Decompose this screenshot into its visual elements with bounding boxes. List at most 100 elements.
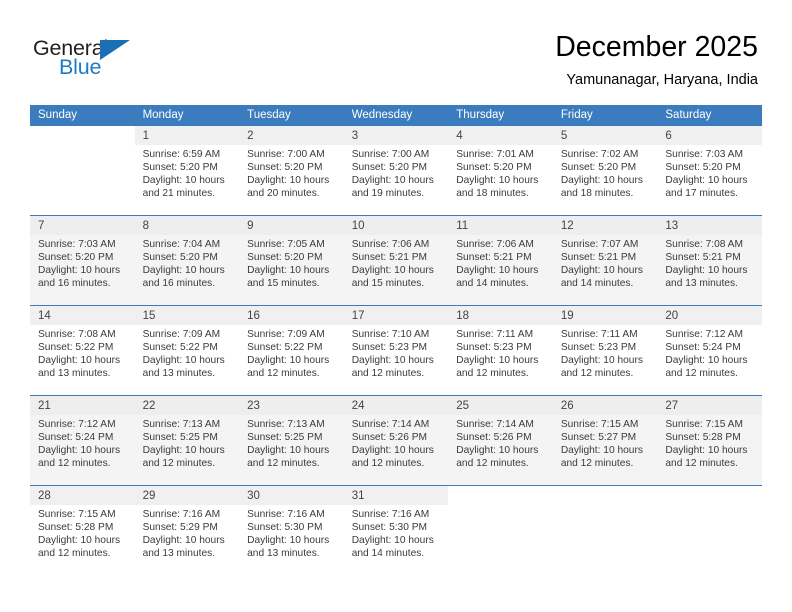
calendar-day-cell[interactable]: 3 Sunrise: 7:00 AM Sunset: 5:20 PM Daylight… [343,125,449,216]
calendar-day-cell[interactable]: 31 Sunrise: 7:16 AM Sunset: 5:30 PM Dayligh… [343,485,449,575]
sunset-time: Sunset: 5:20 PM [247,162,323,174]
day-number: 18 [448,306,553,325]
day-sun-info: Sunrise: 7:07 AM Sunset: 5:21 PM Daylight:… [553,235,658,290]
weekday-header-saturday: Saturday [657,105,762,126]
calendar-header-row: Sunday Monday Tuesday Wednesday Thursday… [30,105,762,126]
calendar-day-cell[interactable]: 4 Sunrise: 7:01 AM Sunset: 5:20 PM Daylight… [448,125,553,216]
daylight-duration-line1: Daylight: 10 hours [456,175,539,187]
day-sun-info: Sunrise: 7:06 AM Sunset: 5:21 PM Daylight:… [448,235,553,290]
calendar-day-cell[interactable]: 9 Sunrise: 7:05 AM Sunset: 5:20 PM Daylight… [239,215,344,306]
calendar-day-cell[interactable]: 10 Sunrise: 7:06 AM Sunset: 5:21 PM Dayligh… [343,215,449,306]
daylight-duration-line2: and 12 minutes. [351,458,425,470]
day-sun-info: Sunrise: 6:59 AM Sunset: 5:20 PM Daylight:… [135,145,240,200]
calendar-day-cell[interactable]: 16 Sunrise: 7:09 AM Sunset: 5:22 PM Dayligh… [239,305,344,396]
daylight-duration-line1: Daylight: 10 hours [560,355,643,367]
calendar-day-cell[interactable]: 8 Sunrise: 7:04 AM Sunset: 5:20 PM Daylight… [134,215,240,306]
calendar-day-cell[interactable]: 7 Sunrise: 7:03 AM Sunset: 5:20 PM Daylight… [30,215,135,306]
sunrise-time: Sunrise: 7:03 AM [665,149,743,160]
day-number: 12 [552,216,658,235]
sunrise-time: Sunrise: 7:08 AM [38,329,116,340]
day-sun-info: Sunrise: 7:00 AM Sunset: 5:20 PM Daylight:… [344,145,449,200]
sunrise-time: Sunrise: 7:13 AM [247,419,325,430]
sunset-time: Sunset: 5:28 PM [665,432,741,444]
daylight-duration-line1: Daylight: 10 hours [560,175,643,187]
weekday-header-sunday: Sunday [30,105,135,126]
daylight-duration-line2: and 12 minutes. [38,458,111,470]
day-number: 20 [657,306,762,325]
sunrise-time: Sunrise: 7:10 AM [351,329,430,340]
day-sun-info: Sunrise: 7:02 AM Sunset: 5:20 PM Daylight:… [553,145,658,200]
day-number: 4 [448,126,553,145]
daylight-duration-line2: and 16 minutes. [38,278,111,290]
day-sun-info: Sunrise: 7:03 AM Sunset: 5:20 PM Daylight:… [30,235,135,290]
calendar-day-cell[interactable]: 12 Sunrise: 7:07 AM Sunset: 5:21 PM Dayligh… [552,215,658,306]
day-number: 16 [239,306,344,325]
daylight-duration-line1: Daylight: 10 hours [456,265,539,277]
day-number: 9 [239,216,344,235]
day-sun-info: Sunrise: 7:16 AM Sunset: 5:30 PM Daylight:… [239,505,344,560]
sunrise-time: Sunrise: 7:15 AM [38,509,116,520]
sunrise-time: Sunrise: 7:02 AM [560,149,639,160]
calendar-day-cell[interactable]: 11 Sunrise: 7:06 AM Sunset: 5:21 PM Dayligh… [448,215,553,306]
daylight-duration-line1: Daylight: 10 hours [38,265,121,277]
day-number: 23 [239,396,344,415]
sunrise-time: Sunrise: 7:15 AM [560,419,639,430]
calendar-day-cell[interactable]: 27 Sunrise: 7:15 AM Sunset: 5:28 PM Dayligh… [657,395,762,486]
sunset-time: Sunset: 5:23 PM [351,342,428,354]
calendar-day-cell[interactable]: 29 Sunrise: 7:16 AM Sunset: 5:29 PM Dayligh… [134,485,240,575]
sunset-time: Sunset: 5:24 PM [665,342,741,354]
daylight-duration-line2: and 13 minutes. [665,278,738,290]
page-title: December 2025 [555,31,758,63]
daylight-duration-line1: Daylight: 10 hours [142,265,225,277]
calendar-day-cell[interactable]: 21 Sunrise: 7:12 AM Sunset: 5:24 PM Dayligh… [30,395,135,486]
calendar-day-cell[interactable]: 2 Sunrise: 7:00 AM Sunset: 5:20 PM Daylight… [239,125,344,216]
calendar-day-cell[interactable]: 24 Sunrise: 7:14 AM Sunset: 5:26 PM Dayligh… [343,395,449,486]
calendar-day-cell[interactable]: 18 Sunrise: 7:11 AM Sunset: 5:23 PM Dayligh… [448,305,553,396]
calendar-day-cell[interactable]: 20 Sunrise: 7:12 AM Sunset: 5:24 PM Dayligh… [657,305,762,396]
daylight-duration-line1: Daylight: 10 hours [351,175,434,187]
calendar-day-cell[interactable]: 26 Sunrise: 7:15 AM Sunset: 5:27 PM Dayligh… [552,395,658,486]
calendar-day-cell[interactable]: 1 Sunrise: 6:59 AM Sunset: 5:20 PM Daylight… [134,125,240,216]
weekday-header-wednesday: Wednesday [343,105,449,126]
sunset-time: Sunset: 5:27 PM [560,432,637,444]
calendar-day-cell[interactable]: 6 Sunrise: 7:03 AM Sunset: 5:20 PM Daylight… [657,125,762,216]
logo-triangle-icon [100,40,130,60]
day-number: 8 [134,216,240,235]
calendar-day-cell[interactable]: 25 Sunrise: 7:14 AM Sunset: 5:26 PM Dayligh… [448,395,553,486]
daylight-duration-line2: and 17 minutes. [665,188,738,200]
calendar-cell-empty [552,485,658,575]
calendar-cell-empty [657,485,762,575]
calendar-week-row: 7 Sunrise: 7:03 AM Sunset: 5:20 PM Daylight… [30,215,762,306]
daylight-duration-line2: and 14 minutes. [351,548,425,560]
calendar-day-cell[interactable]: 28 Sunrise: 7:15 AM Sunset: 5:28 PM Dayligh… [30,485,135,575]
calendar-day-cell[interactable]: 15 Sunrise: 7:09 AM Sunset: 5:22 PM Dayligh… [134,305,240,396]
day-number: 13 [657,216,762,235]
day-sun-info: Sunrise: 7:12 AM Sunset: 5:24 PM Daylight:… [30,415,135,470]
daylight-duration-line1: Daylight: 10 hours [351,445,434,457]
sunrise-time: Sunrise: 6:59 AM [142,149,221,160]
generalblue-logo[interactable]: General Blue [33,36,163,82]
day-sun-info: Sunrise: 7:11 AM Sunset: 5:23 PM Daylight:… [448,325,553,380]
logo-text-blue: Blue [59,55,102,79]
day-sun-info: Sunrise: 7:14 AM Sunset: 5:26 PM Daylight:… [448,415,553,470]
daylight-duration-line1: Daylight: 10 hours [665,445,748,457]
daylight-duration-line1: Daylight: 10 hours [456,445,539,457]
day-number: 27 [657,396,762,415]
calendar-day-cell[interactable]: 19 Sunrise: 7:11 AM Sunset: 5:23 PM Dayligh… [552,305,658,396]
calendar-day-cell[interactable]: 14 Sunrise: 7:08 AM Sunset: 5:22 PM Dayligh… [30,305,135,396]
daylight-duration-line2: and 12 minutes. [560,458,634,470]
calendar-day-cell[interactable]: 30 Sunrise: 7:16 AM Sunset: 5:30 PM Dayligh… [239,485,344,575]
calendar-day-cell[interactable]: 17 Sunrise: 7:10 AM Sunset: 5:23 PM Dayligh… [343,305,449,396]
calendar-day-cell[interactable]: 23 Sunrise: 7:13 AM Sunset: 5:25 PM Dayligh… [239,395,344,486]
sunrise-time: Sunrise: 7:06 AM [456,239,534,250]
daylight-duration-line1: Daylight: 10 hours [38,445,121,457]
daylight-duration-line1: Daylight: 10 hours [38,535,121,547]
daylight-duration-line1: Daylight: 10 hours [247,175,330,187]
calendar-day-cell[interactable]: 13 Sunrise: 7:08 AM Sunset: 5:21 PM Dayligh… [657,215,762,306]
daylight-duration-line2: and 21 minutes. [142,188,216,200]
calendar-day-cell[interactable]: 22 Sunrise: 7:13 AM Sunset: 5:25 PM Dayligh… [134,395,240,486]
calendar-day-cell[interactable]: 5 Sunrise: 7:02 AM Sunset: 5:20 PM Daylight… [552,125,658,216]
day-sun-info: Sunrise: 7:16 AM Sunset: 5:29 PM Daylight:… [135,505,240,560]
sunrise-time: Sunrise: 7:16 AM [351,509,430,520]
day-sun-info: Sunrise: 7:10 AM Sunset: 5:23 PM Daylight:… [344,325,449,380]
